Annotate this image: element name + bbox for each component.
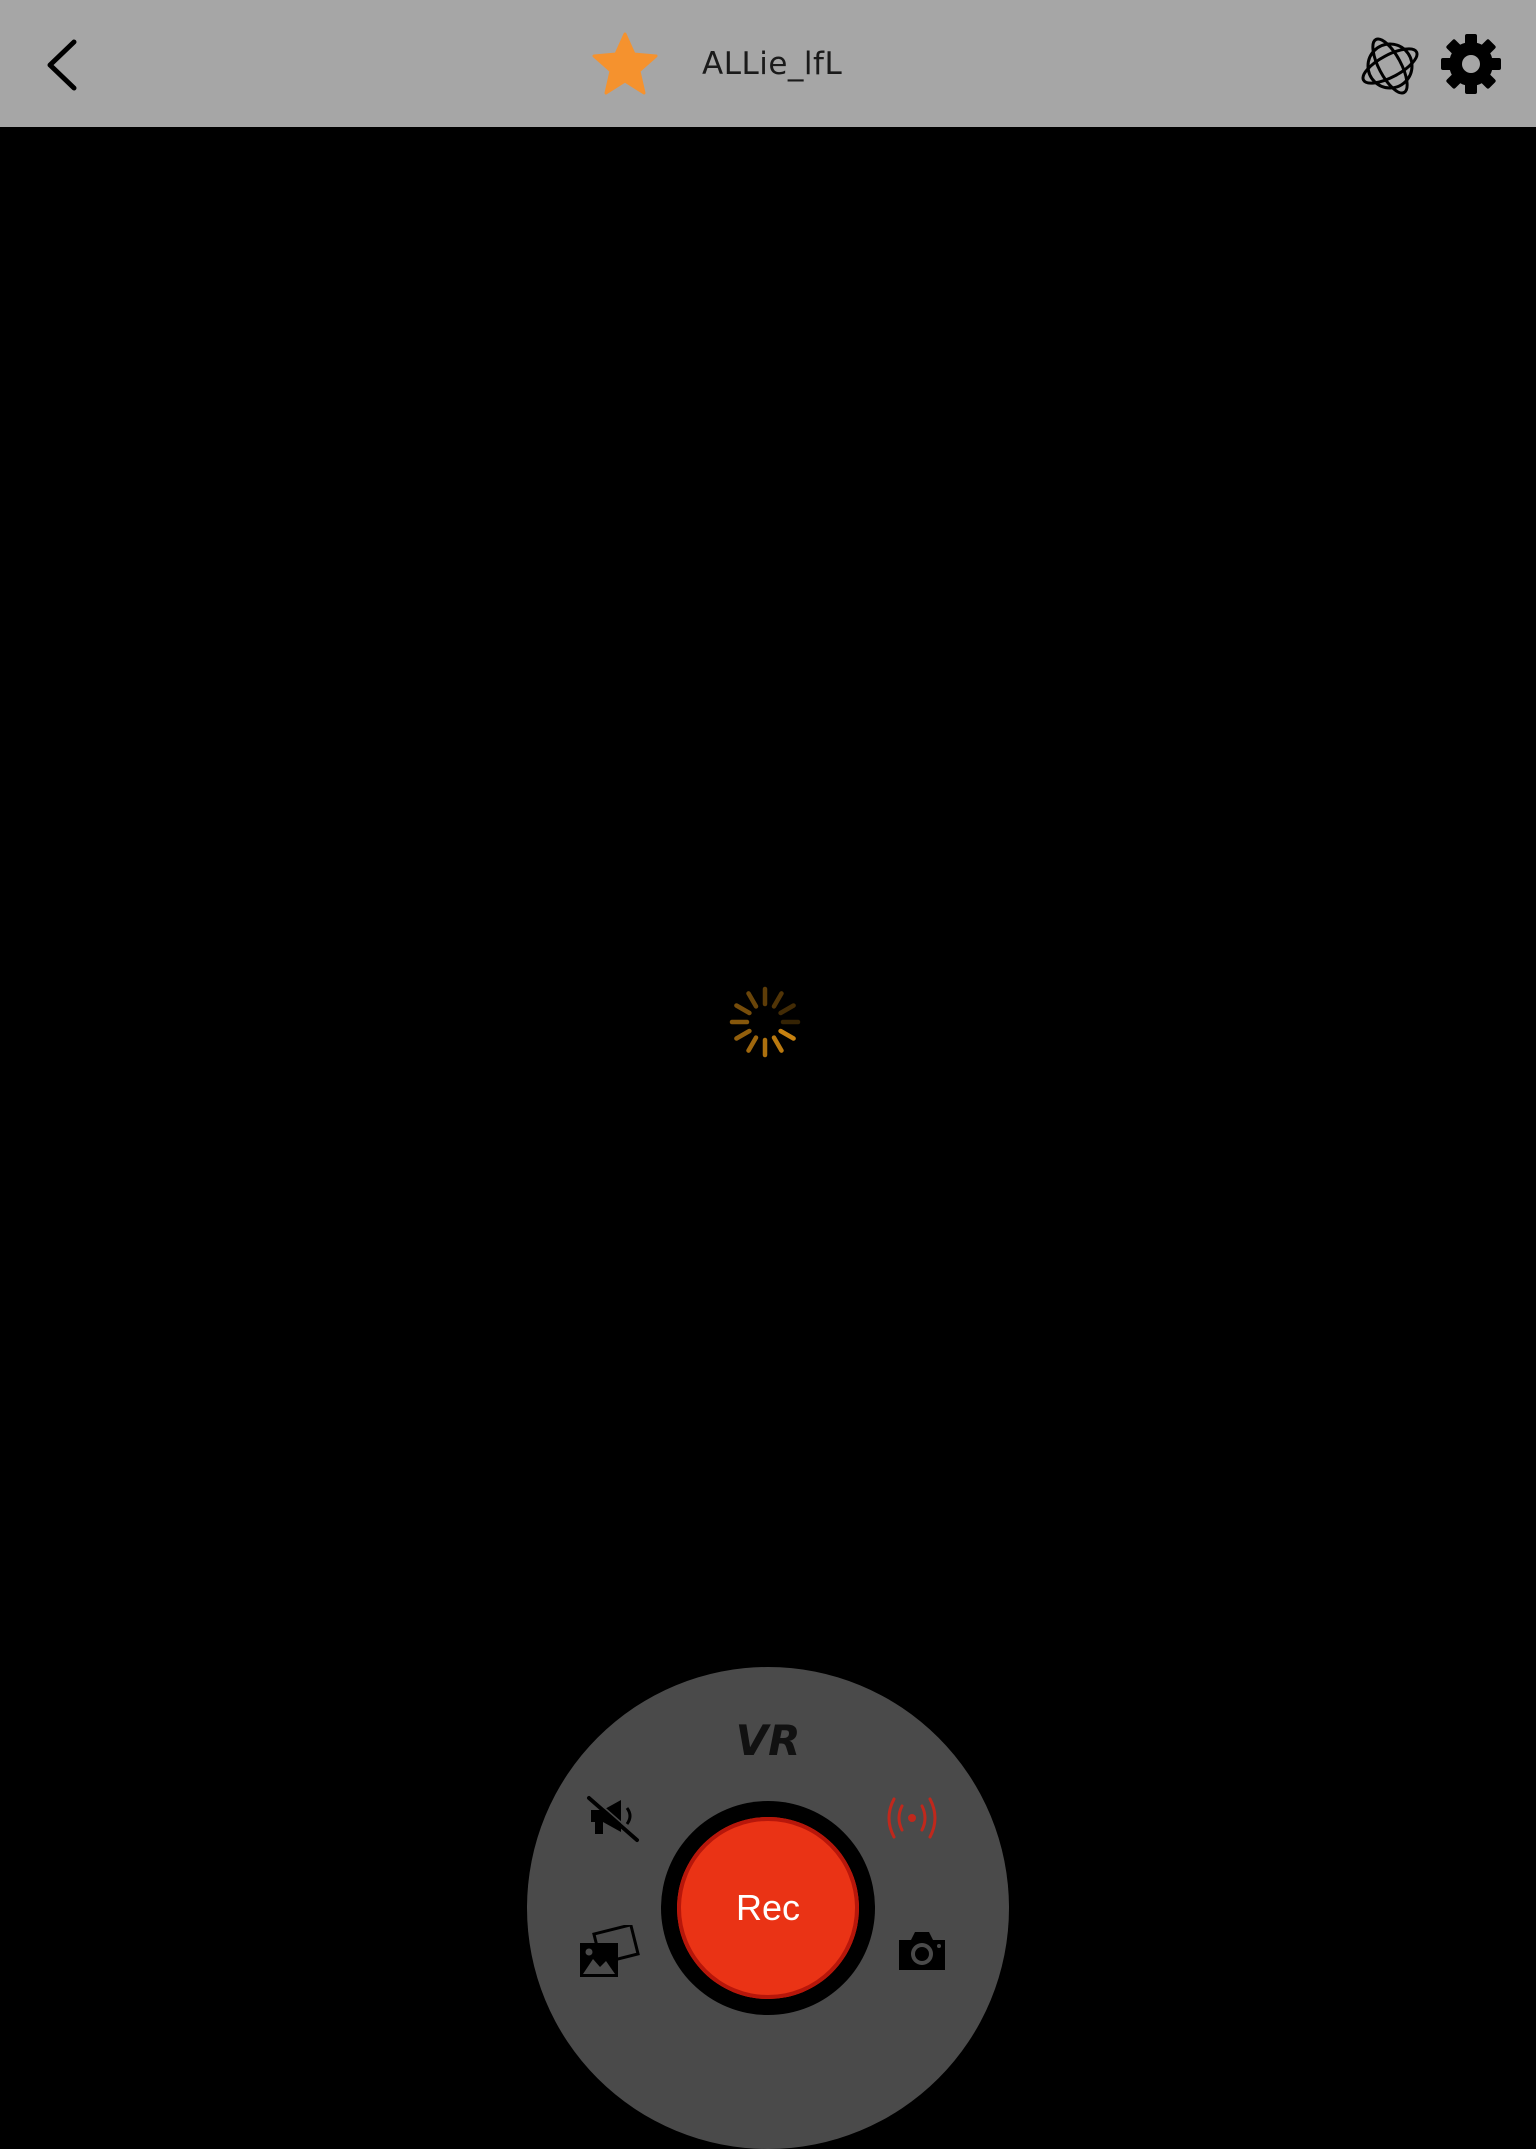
star-icon[interactable] bbox=[590, 29, 660, 99]
spinner-tick bbox=[771, 991, 784, 1009]
spinner-tick bbox=[746, 1035, 759, 1053]
gallery-button[interactable] bbox=[575, 1923, 641, 1983]
spinner-tick bbox=[734, 1028, 752, 1041]
spinner-tick bbox=[778, 1028, 796, 1041]
broadcast-icon bbox=[887, 1797, 937, 1839]
vr-view-button[interactable] bbox=[1355, 30, 1425, 100]
snapshot-button[interactable] bbox=[895, 1928, 949, 1974]
camera-icon bbox=[899, 1932, 945, 1970]
photo-gallery-icon bbox=[580, 1923, 640, 1977]
spinner-tick bbox=[734, 1003, 752, 1016]
mute-button[interactable] bbox=[583, 1790, 643, 1846]
back-button[interactable] bbox=[36, 30, 96, 100]
live-stream-button[interactable] bbox=[884, 1793, 940, 1843]
record-label: Rec bbox=[735, 1887, 801, 1928]
title-group: ALLie_lfL bbox=[590, 26, 842, 102]
spinner-tick bbox=[746, 991, 759, 1009]
spinner-tick bbox=[778, 1003, 796, 1016]
vr-mode-button[interactable]: VR bbox=[718, 1716, 818, 1765]
activity-spinner-icon bbox=[729, 986, 801, 1058]
orbit-sphere-icon bbox=[1361, 37, 1419, 95]
device-title: ALLie_lfL bbox=[702, 46, 843, 82]
top-bar: ALLie_lfL bbox=[0, 0, 1536, 127]
chevron-left-icon bbox=[47, 39, 77, 91]
gear-icon bbox=[1441, 34, 1501, 94]
spinner-tick bbox=[771, 1035, 784, 1053]
record-button[interactable]: Rec bbox=[677, 1817, 859, 1999]
megaphone-muted-icon bbox=[587, 1795, 640, 1842]
settings-button[interactable] bbox=[1437, 30, 1505, 98]
